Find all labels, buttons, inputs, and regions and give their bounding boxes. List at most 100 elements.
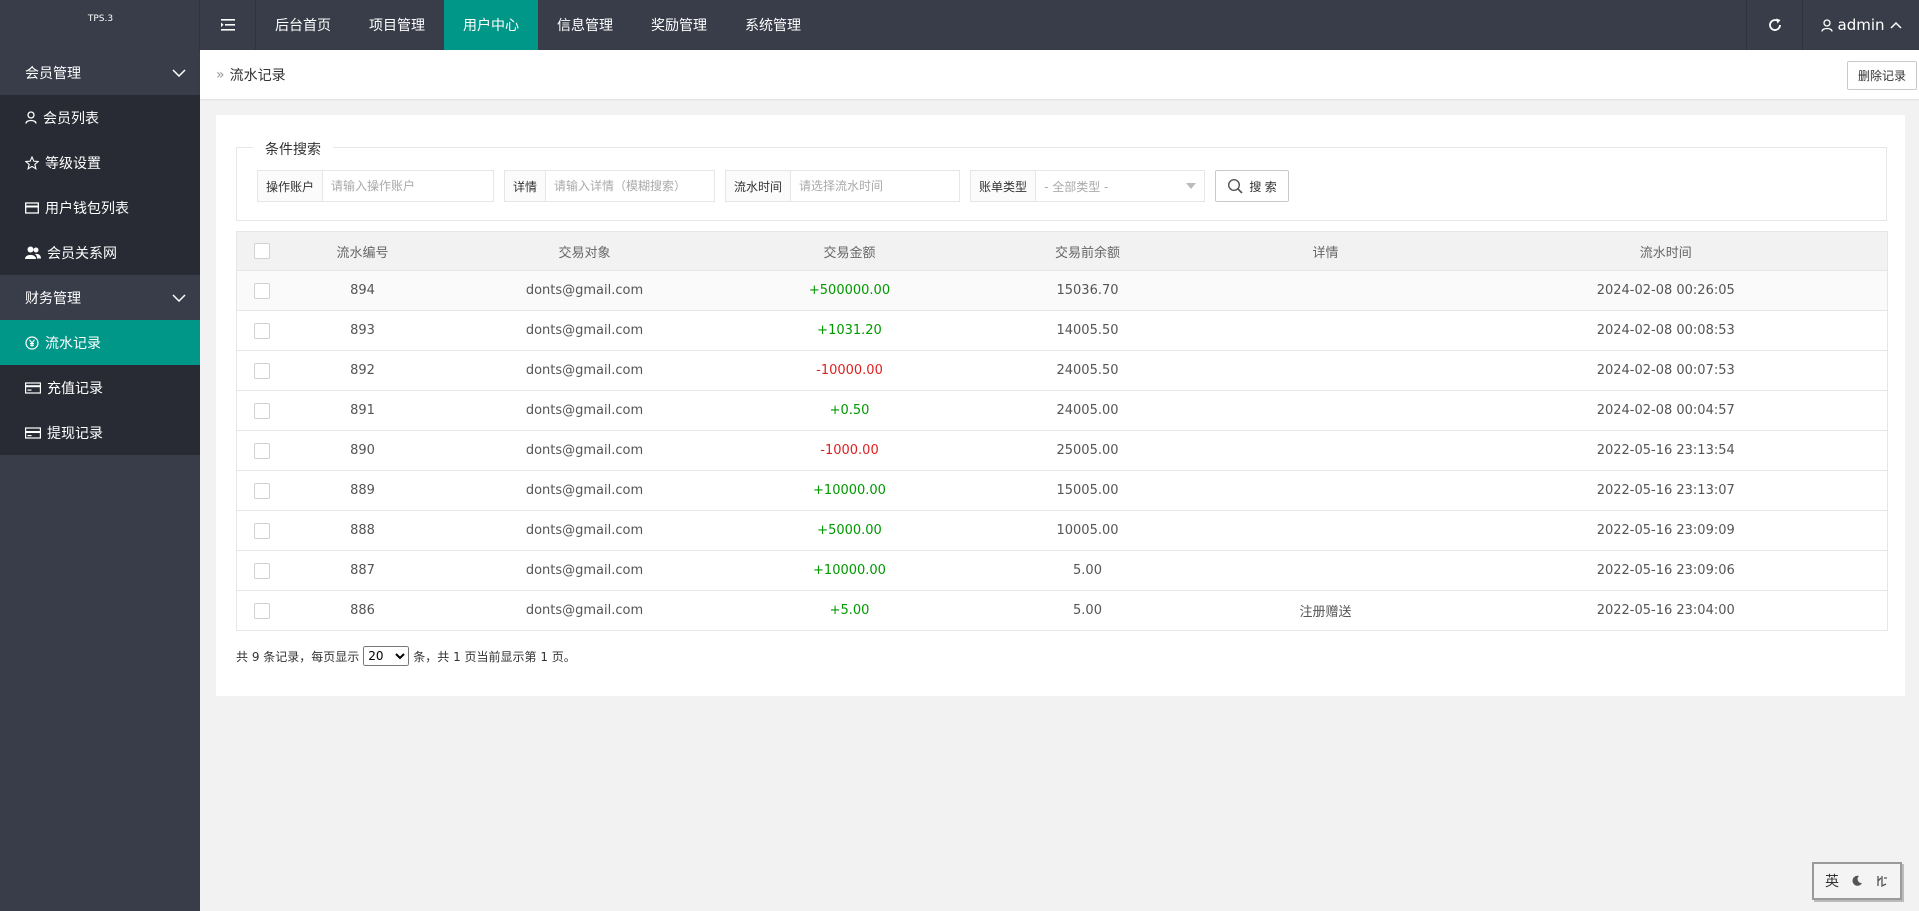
row-checkbox[interactable]	[236, 310, 287, 351]
cell-before: 24005.50	[968, 350, 1207, 391]
cell-before: 14005.50	[968, 310, 1207, 351]
row-checkbox[interactable]	[236, 470, 287, 511]
row-checkbox[interactable]	[236, 550, 287, 591]
search-button-label: 搜 索	[1249, 179, 1277, 194]
cell-amount: +0.50	[730, 390, 969, 431]
nav-item-rewards[interactable]: 奖励管理	[632, 0, 726, 50]
account-input[interactable]	[323, 171, 494, 201]
cell-time: 2022-05-16 23:04:00	[1444, 590, 1888, 631]
account-label: 操作账户	[258, 171, 324, 201]
row-checkbox[interactable]	[236, 590, 287, 631]
cell-time: 2022-05-16 23:09:09	[1444, 510, 1888, 551]
top-nav: 后台首页 项目管理 用户中心 信息管理 奖励管理 系统管理	[200, 0, 820, 50]
cell-detail	[1206, 270, 1445, 311]
type-select[interactable]: - 全部类型 -	[1036, 171, 1204, 201]
col-header-time[interactable]: 流水时间	[1444, 231, 1888, 271]
table-header-row: 流水编号 交易对象 交易金额 交易前余额 详情 流水时间	[236, 231, 1888, 271]
logo-version: TPS.3	[87, 14, 114, 24]
cell-id: 888	[286, 510, 439, 551]
cell-before: 5.00	[968, 550, 1207, 591]
cell-target: donts@gmail.com	[438, 270, 731, 311]
table-row[interactable]: 889 donts@gmail.com +10000.00 15005.00 2…	[236, 470, 1888, 511]
menu-title-finance[interactable]: 财务管理	[0, 275, 200, 320]
cell-time: 2024-02-08 00:04:57	[1444, 390, 1888, 431]
type-field: 账单类型 - 全部类型 -	[970, 170, 1206, 202]
table-row[interactable]: 887 donts@gmail.com +10000.00 5.00 2022-…	[236, 550, 1888, 591]
ime-toolbar[interactable]: 英	[1812, 862, 1902, 900]
sidebar-item-relations[interactable]: 会员关系网	[0, 230, 200, 275]
col-header-before[interactable]: 交易前余额	[968, 231, 1207, 271]
breadcrumb: » 流水记录 删除记录	[200, 50, 1919, 99]
star-icon	[25, 155, 39, 170]
search-icon	[1228, 178, 1243, 194]
sidebar-item-levels[interactable]: 等级设置	[0, 140, 200, 185]
yen-circle-icon	[25, 335, 39, 350]
cell-before: 15005.00	[968, 470, 1207, 511]
nav-item-system[interactable]: 系统管理	[726, 0, 820, 50]
cell-detail	[1206, 390, 1445, 431]
table-row[interactable]: 892 donts@gmail.com -10000.00 24005.50 2…	[236, 350, 1888, 391]
chevron-up-icon	[1889, 21, 1902, 29]
menu-toggle-icon[interactable]	[200, 0, 256, 50]
nav-item-projects[interactable]: 项目管理	[350, 0, 444, 50]
nav-item-info[interactable]: 信息管理	[538, 0, 632, 50]
punctuation-icon	[1877, 876, 1887, 888]
table-row[interactable]: 891 donts@gmail.com +0.50 24005.00 2024-…	[236, 390, 1888, 431]
detail-input[interactable]	[546, 171, 715, 201]
user-menu[interactable]: admin	[1802, 0, 1919, 50]
col-header-id[interactable]: 流水编号	[286, 231, 439, 271]
table-row[interactable]: 894 donts@gmail.com +500000.00 15036.70 …	[236, 270, 1888, 311]
menu-group-members: 会员管理 会员列表 等级设置 用户钱包列表 会员关系网	[0, 50, 200, 275]
table-row[interactable]: 888 donts@gmail.com +5000.00 10005.00 20…	[236, 510, 1888, 551]
nav-item-user-center[interactable]: 用户中心	[444, 0, 538, 50]
logo: lc TPS.3	[0, 0, 1919, 911]
row-checkbox[interactable]	[236, 270, 287, 311]
sidebar-item-withdraw[interactable]: 提现记录	[0, 410, 200, 455]
table-row[interactable]: 886 donts@gmail.com +5.00 5.00 注册赠送 2022…	[236, 590, 1888, 631]
col-header-target[interactable]: 交易对象	[438, 231, 731, 271]
row-checkbox[interactable]	[236, 430, 287, 471]
cell-id: 892	[286, 350, 439, 391]
cell-target: donts@gmail.com	[438, 590, 731, 631]
card-icon	[25, 381, 41, 394]
delete-records-button[interactable]: 删除记录	[1846, 61, 1917, 90]
cell-id: 890	[286, 430, 439, 471]
time-input[interactable]	[791, 171, 960, 201]
sidebar-item-member-list[interactable]: 会员列表	[0, 95, 200, 140]
search-panel: 条件搜索 操作账户 详情 流水时间 账单类型 - 全部类型 -	[236, 139, 1887, 221]
cell-id: 894	[286, 270, 439, 311]
cell-detail	[1206, 430, 1445, 471]
nav-item-home[interactable]: 后台首页	[256, 0, 350, 50]
sidebar-item-label: 会员关系网	[47, 245, 117, 262]
sidebar-item-recharge[interactable]: 充值记录	[0, 365, 200, 410]
col-header-amount[interactable]: 交易金额	[730, 231, 969, 271]
table-row[interactable]: 893 donts@gmail.com +1031.20 14005.50 20…	[236, 310, 1888, 351]
cell-target: donts@gmail.com	[438, 510, 731, 551]
cell-before: 5.00	[968, 590, 1207, 631]
search-button[interactable]: 搜 索	[1215, 170, 1290, 202]
select-all-checkbox[interactable]	[236, 231, 287, 271]
cell-before: 15036.70	[968, 270, 1207, 311]
cell-id: 891	[286, 390, 439, 431]
main-content: » 流水记录 删除记录 条件搜索 操作账户 详情 流水时间 账	[200, 50, 1919, 911]
refresh-icon[interactable]	[1746, 0, 1802, 50]
menu-title-members[interactable]: 会员管理	[0, 50, 200, 95]
row-checkbox[interactable]	[236, 350, 287, 391]
sidebar-item-label: 用户钱包列表	[45, 200, 129, 217]
sidebar-item-transactions[interactable]: 流水记录	[0, 320, 200, 365]
row-checkbox[interactable]	[236, 510, 287, 551]
row-checkbox[interactable]	[236, 390, 287, 431]
sidebar-item-wallets[interactable]: 用户钱包列表	[0, 185, 200, 230]
page-size-select[interactable]: 20	[363, 646, 410, 666]
cell-time: 2024-02-08 00:26:05	[1444, 270, 1888, 311]
cell-time: 2024-02-08 00:08:53	[1444, 310, 1888, 351]
cell-id: 889	[286, 470, 439, 511]
table-row[interactable]: 890 donts@gmail.com -1000.00 25005.00 20…	[236, 430, 1888, 471]
cell-amount: +1031.20	[730, 310, 969, 351]
col-header-detail[interactable]: 详情	[1206, 231, 1445, 271]
transactions-table: 流水编号 交易对象 交易金额 交易前余额 详情 流水时间 894 donts@g…	[236, 231, 1888, 631]
account-field: 操作账户	[257, 170, 495, 202]
sidebar-item-label: 充值记录	[47, 380, 103, 397]
cell-amount: +5.00	[730, 590, 969, 631]
cell-amount: +10000.00	[730, 550, 969, 591]
